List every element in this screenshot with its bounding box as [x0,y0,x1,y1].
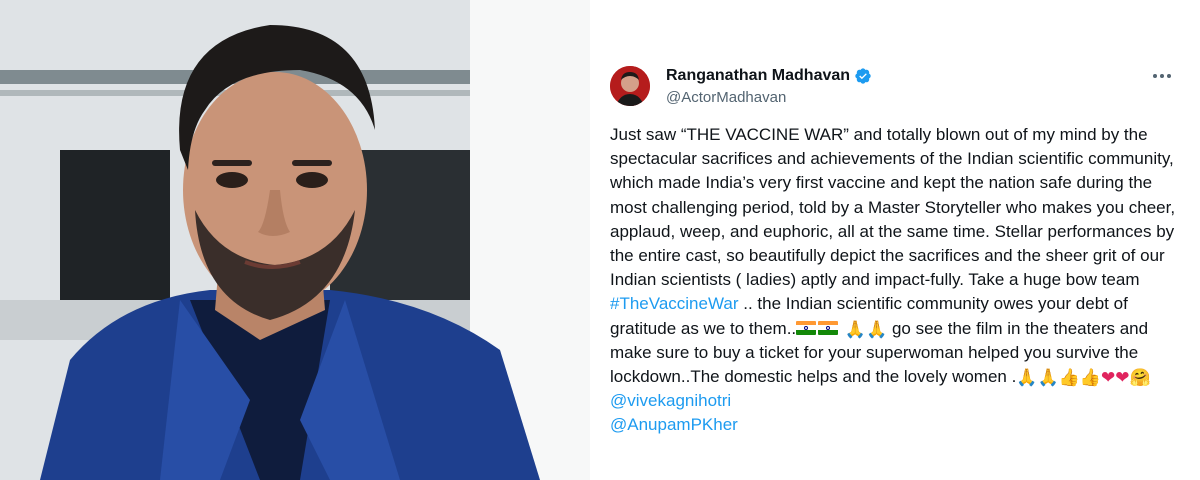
india-flag-icon [818,320,839,335]
mention-link[interactable]: @AnupamPKher [610,415,738,434]
author-display-name-row[interactable]: Ranganathan Madhavan [666,66,872,86]
folded-hands-emoji: 🙏 [1037,368,1059,388]
folded-hands-emoji: 🙏 [844,319,867,339]
heart-emoji: ❤ [1115,368,1130,388]
verified-badge-icon [854,67,872,85]
author-avatar[interactable] [610,66,650,106]
heart-emoji: ❤ [1101,368,1116,388]
author-handle[interactable]: @ActorMadhavan [666,88,872,108]
hashtag-link[interactable]: #TheVaccineWar [610,294,739,313]
author-display-name[interactable]: Ranganathan Madhavan [666,66,850,86]
thumbs-up-emoji: 👍 [1079,368,1102,388]
hugging-face-emoji: 🤗 [1129,368,1151,388]
more-options-icon[interactable] [1148,64,1176,88]
folded-hands-emoji: 🙏 [1016,368,1038,388]
mention-link[interactable]: @vivekagnihotri [610,391,731,410]
screenshot: Ranganathan Madhavan @ActorMadhavan Just… [0,0,1200,480]
author-names: Ranganathan Madhavan @ActorMadhavan [666,66,872,108]
tweet-text: Just saw “THE VACCINE WAR” and totally b… [610,123,1190,438]
folded-hands-emoji: 🙏 [866,319,888,339]
tweet-card: Ranganathan Madhavan @ActorMadhavan Just… [590,0,1200,480]
tweet-text-part1: Just saw “THE VACCINE WAR” and totally b… [610,125,1176,290]
thumbs-up-emoji: 👍 [1058,368,1080,388]
tweet-header: Ranganathan Madhavan @ActorMadhavan [610,62,1180,110]
india-flag-icon [796,320,817,335]
profile-photo [0,0,590,480]
